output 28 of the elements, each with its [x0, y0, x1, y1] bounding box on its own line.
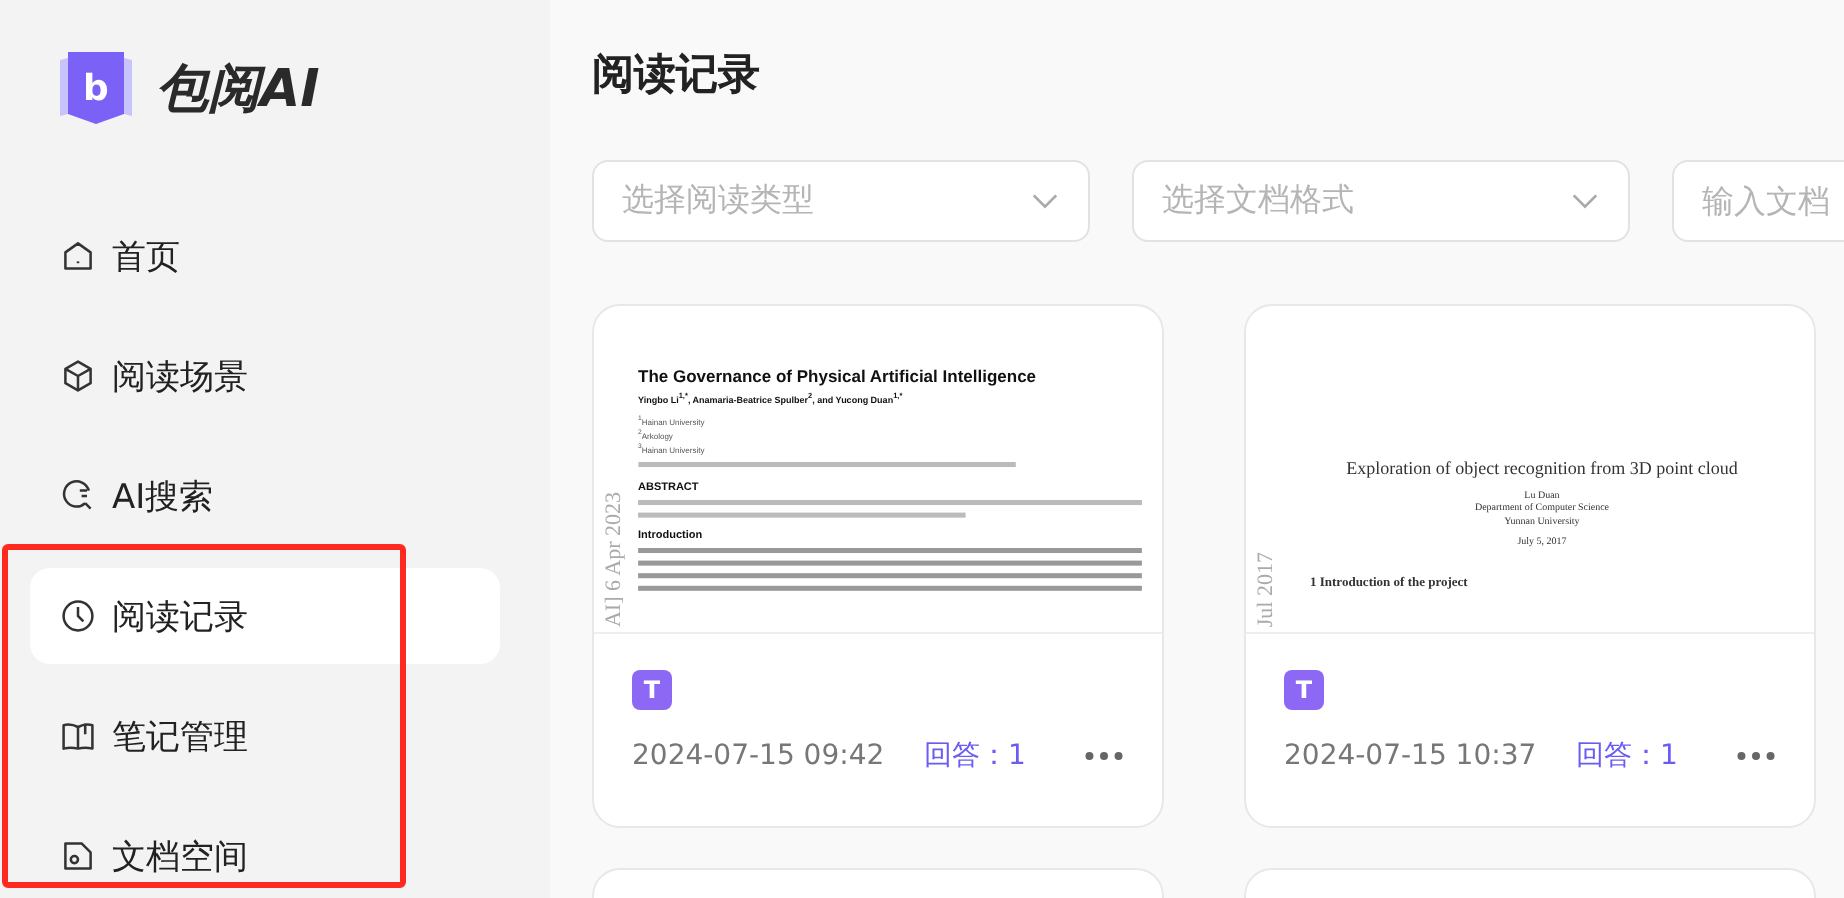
document-title: The Governance of Physical Artificial Intelligence — [638, 366, 1039, 386]
cube-icon — [60, 358, 96, 394]
document-icon — [60, 838, 96, 874]
side-label: AI] 6 Apr 2023 — [602, 492, 626, 628]
home-icon — [60, 238, 96, 274]
more-icon[interactable] — [1084, 750, 1124, 762]
timestamp: 2024-07-15 09:42 — [632, 740, 887, 772]
answer-count: 回答：1 — [1576, 738, 1678, 774]
nav-item[interactable]: 阅读场景 — [30, 328, 500, 424]
search-field[interactable]: 输入文档 — [1672, 160, 1844, 242]
nav-item[interactable]: 阅读记录 — [30, 568, 500, 664]
search-icon — [60, 478, 96, 514]
side-label: Jul 2017 — [1254, 552, 1278, 628]
answer-count: 回答：1 — [924, 738, 1026, 774]
page-title: 阅读记录 — [592, 48, 762, 102]
more-icon[interactable] — [1736, 750, 1776, 762]
document-title: Exploration of object recognition from 3D point cloud — [1344, 458, 1740, 482]
app-name: 包阅AI — [156, 57, 320, 123]
nav-item[interactable]: AI搜索 — [30, 448, 500, 544]
clock-icon — [60, 598, 96, 634]
timestamp: 2024-07-15 10:37 — [1284, 740, 1539, 772]
document-card[interactable] — [592, 304, 1164, 828]
nav-item[interactable]: 笔记管理 — [30, 688, 500, 784]
text-type-badge: T — [632, 670, 672, 710]
nav-item[interactable]: 首页 — [30, 208, 500, 304]
text-type-badge: T — [1284, 670, 1324, 710]
nav-item[interactable]: 文档空间 — [30, 808, 500, 898]
book-icon — [60, 718, 96, 754]
